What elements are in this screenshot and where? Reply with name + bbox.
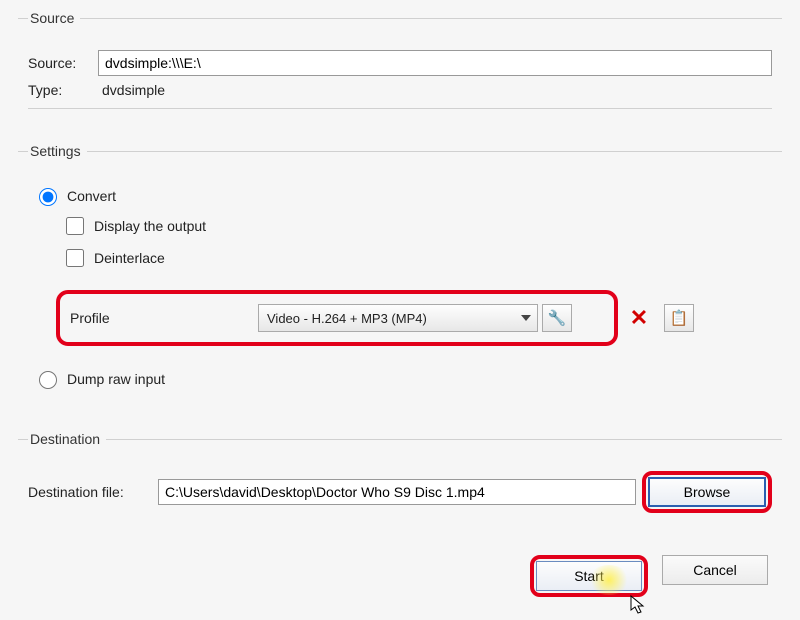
deinterlace-label: Deinterlace xyxy=(94,250,165,266)
type-value: dvdsimple xyxy=(98,82,165,98)
settings-legend: Settings xyxy=(28,143,87,159)
display-output-checkbox-input[interactable] xyxy=(66,217,84,235)
convert-radio[interactable]: Convert xyxy=(34,185,766,206)
destination-file-input[interactable] xyxy=(158,479,636,505)
cursor-icon xyxy=(630,595,646,620)
profile-select-value: Video - H.264 + MP3 (MP4) xyxy=(267,311,427,326)
convert-dialog: Source Source: Type: dvdsimple Settings … xyxy=(0,0,800,607)
profile-label: Profile xyxy=(70,310,258,326)
convert-options: Display the output Deinterlace Profile V… xyxy=(28,214,772,346)
browse-button[interactable]: Browse xyxy=(648,477,766,507)
new-profile-icon: 📋 xyxy=(670,309,689,327)
convert-radio-label: Convert xyxy=(67,188,116,204)
deinterlace-checkbox-input[interactable] xyxy=(66,249,84,267)
type-label: Type: xyxy=(28,82,98,98)
dialog-footer: Start Cancel xyxy=(18,549,782,597)
display-output-label: Display the output xyxy=(94,218,206,234)
wrench-icon: 🔧 xyxy=(548,309,567,327)
dump-radio-label: Dump raw input xyxy=(67,371,165,387)
browse-highlight: Browse xyxy=(642,471,772,513)
source-legend: Source xyxy=(28,10,80,26)
convert-radio-input[interactable] xyxy=(39,188,57,206)
profile-delete-button[interactable]: ✕ xyxy=(624,304,654,332)
start-button[interactable]: Start xyxy=(536,561,642,591)
start-highlight: Start xyxy=(530,555,648,597)
deinterlace-checkbox[interactable]: Deinterlace xyxy=(62,246,766,270)
source-label: Source: xyxy=(28,55,98,71)
dump-radio[interactable]: Dump raw input xyxy=(34,368,766,389)
profile-edit-button[interactable]: 🔧 xyxy=(542,304,572,332)
profile-new-button[interactable]: 📋 xyxy=(664,304,694,332)
profile-row: Profile Video - H.264 + MP3 (MP4) 🔧 ✕ 📋 xyxy=(56,290,772,346)
display-output-checkbox[interactable]: Display the output xyxy=(62,214,766,238)
cancel-button[interactable]: Cancel xyxy=(662,555,768,585)
source-group: Source Source: Type: dvdsimple xyxy=(18,10,782,123)
destination-file-label: Destination file: xyxy=(28,484,158,500)
settings-group: Settings Convert Display the output Dein… xyxy=(18,143,782,411)
delete-icon: ✕ xyxy=(630,305,648,331)
profile-highlight: Profile Video - H.264 + MP3 (MP4) 🔧 xyxy=(56,290,618,346)
chevron-down-icon xyxy=(521,315,531,321)
destination-legend: Destination xyxy=(28,431,106,447)
dump-radio-input[interactable] xyxy=(39,371,57,389)
profile-select[interactable]: Video - H.264 + MP3 (MP4) xyxy=(258,304,538,332)
destination-group: Destination Destination file: Browse xyxy=(18,431,782,529)
source-input[interactable] xyxy=(98,50,772,76)
